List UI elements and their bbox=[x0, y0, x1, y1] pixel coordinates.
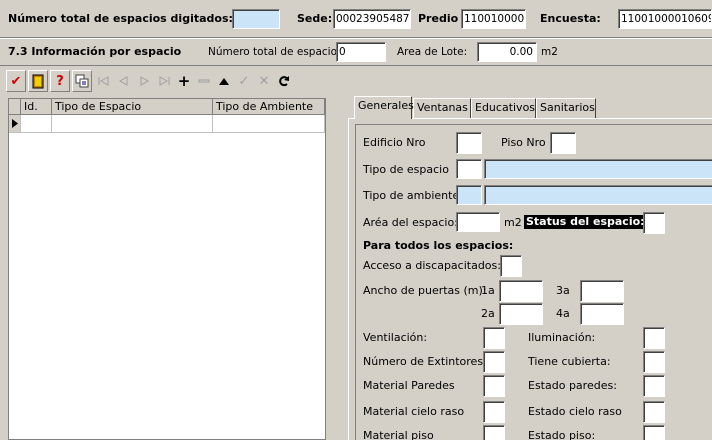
material-piso-label: Material piso bbox=[363, 429, 434, 440]
iluminacion-input[interactable] bbox=[643, 327, 665, 349]
status-espacio-label: Status del espacio: bbox=[524, 215, 647, 229]
extintores-label: Número de Extintores bbox=[363, 355, 484, 368]
estado-piso-label: Estado piso: bbox=[528, 429, 596, 440]
section-title: 7.3 Información por espacio bbox=[8, 45, 182, 58]
door-1a-input[interactable] bbox=[499, 280, 543, 302]
estado-paredes-label: Estado paredes: bbox=[528, 379, 617, 392]
post-icon[interactable]: ✓ bbox=[234, 70, 254, 92]
ancho-puertas-label: Ancho de puertas (m): bbox=[363, 284, 487, 297]
tipo-ambiente-code-input[interactable] bbox=[456, 185, 482, 205]
encuesta-label: Encuesta: bbox=[540, 12, 601, 25]
tab-educativos[interactable]: Educativos bbox=[471, 98, 536, 118]
tipo-ambiente-desc-field[interactable] bbox=[484, 185, 712, 205]
prior-record-icon[interactable] bbox=[114, 70, 134, 92]
para-todos-heading: Para todos los espacios: bbox=[363, 239, 514, 252]
iluminacion-label: Iluminación: bbox=[528, 331, 596, 344]
edificio-input[interactable] bbox=[456, 132, 482, 154]
cancel-icon[interactable]: ✕ bbox=[254, 70, 274, 92]
grid-header-id[interactable]: Id. bbox=[21, 99, 52, 115]
door-2a-label: 2a bbox=[481, 307, 495, 320]
help-icon[interactable]: ? bbox=[50, 70, 70, 92]
grid-header-tipo-ambiente[interactable]: Tipo de Ambiente bbox=[213, 99, 325, 115]
edificio-label: Edificio Nro bbox=[363, 136, 426, 149]
area-espacio-unit: m2 bbox=[504, 216, 522, 229]
exit-door-icon[interactable] bbox=[28, 70, 48, 92]
extintores-input[interactable] bbox=[483, 351, 505, 373]
cubierta-input[interactable] bbox=[643, 351, 665, 373]
acceso-discapacitados-input[interactable] bbox=[500, 255, 522, 277]
door-3a-input[interactable] bbox=[580, 280, 624, 302]
door-2a-input[interactable] bbox=[499, 303, 543, 325]
refresh-icon[interactable] bbox=[274, 70, 294, 92]
generales-form: Edificio Nro Piso Nro Tipo de espacio Ti… bbox=[355, 124, 712, 440]
grid-indicator-header bbox=[9, 99, 21, 115]
acceso-discapacitados-label: Acceso a discapacitados: bbox=[363, 259, 501, 272]
tab-strip: Generales Ventanas Educativos Sanitarios bbox=[348, 96, 712, 119]
tipo-espacio-desc-field[interactable] bbox=[484, 159, 712, 179]
tab-generales[interactable]: Generales bbox=[354, 96, 414, 119]
material-cielo-input[interactable] bbox=[483, 401, 505, 423]
first-record-icon[interactable] bbox=[94, 70, 114, 92]
grid-header-tipo-espacio[interactable]: Tipo de Espacio bbox=[52, 99, 213, 115]
material-cielo-label: Material cielo raso bbox=[363, 405, 465, 418]
estado-cielo-label: Estado cielo raso bbox=[528, 405, 622, 418]
tipo-ambiente-label: Tipo de ambiente bbox=[363, 189, 460, 202]
door-1a-label: 1a bbox=[481, 284, 495, 297]
section-bar: 7.3 Información por espacio Número total… bbox=[0, 38, 712, 66]
piso-input[interactable] bbox=[550, 132, 576, 154]
status-espacio-input[interactable] bbox=[643, 212, 665, 234]
table-row-cell-id[interactable] bbox=[21, 115, 52, 133]
delete-icon[interactable] bbox=[194, 70, 214, 92]
material-paredes-label: Material Paredes bbox=[363, 379, 455, 392]
toolbar: ✔ ? + ✓ ✕ bbox=[4, 68, 712, 94]
edit-icon[interactable] bbox=[214, 70, 234, 92]
area-espacio-label: Aréa del espacio: bbox=[363, 216, 458, 229]
area-espacio-input[interactable] bbox=[456, 212, 500, 232]
row-indicator-icon bbox=[9, 115, 21, 133]
estado-cielo-input[interactable] bbox=[643, 401, 665, 423]
header-bar: Número total de espacios digitados: Sede… bbox=[0, 0, 712, 38]
table-row-cell-tipo-espacio[interactable] bbox=[52, 115, 213, 133]
total-espacios-label: Número total de espacios: bbox=[208, 46, 347, 58]
material-piso-input[interactable] bbox=[483, 425, 505, 440]
last-record-icon[interactable] bbox=[154, 70, 174, 92]
tipo-espacio-label: Tipo de espacio bbox=[363, 163, 449, 176]
sede-field[interactable]: 000239054879 bbox=[333, 9, 411, 29]
tab-sanitarios[interactable]: Sanitarios bbox=[536, 98, 596, 118]
estado-piso-input[interactable] bbox=[643, 425, 665, 440]
generales-panel: Edificio Nro Piso Nro Tipo de espacio Ti… bbox=[348, 118, 712, 440]
ventilacion-label: Ventilación: bbox=[363, 331, 428, 344]
total-espacios-field[interactable]: 0 bbox=[336, 42, 386, 62]
next-record-icon[interactable] bbox=[134, 70, 154, 92]
area-lote-unit: m2 bbox=[541, 46, 558, 58]
predio-field[interactable]: 1100100001 bbox=[461, 9, 526, 29]
estado-paredes-input[interactable] bbox=[643, 375, 665, 397]
insert-icon[interactable]: + bbox=[174, 70, 194, 92]
ventilacion-input[interactable] bbox=[483, 327, 505, 349]
espacios-grid[interactable]: Id. Tipo de Espacio Tipo de Ambiente bbox=[8, 98, 326, 440]
checkmark-icon[interactable]: ✔ bbox=[6, 70, 26, 92]
predio-label: Predio bbox=[418, 12, 459, 25]
material-paredes-input[interactable] bbox=[483, 375, 505, 397]
table-row-cell-tipo-ambiente[interactable] bbox=[213, 115, 325, 133]
total-digitados-label: Número total de espacios digitados: bbox=[8, 12, 233, 25]
sede-label: Sede: bbox=[297, 12, 333, 25]
total-digitados-field[interactable] bbox=[232, 9, 280, 29]
tab-ventanas[interactable]: Ventanas bbox=[413, 98, 471, 118]
area-lote-field[interactable]: 0.00 bbox=[477, 42, 537, 62]
door-4a-input[interactable] bbox=[580, 303, 624, 325]
door-3a-label: 3a bbox=[556, 284, 570, 297]
area-lote-label: Area de Lote: bbox=[397, 46, 468, 58]
encuesta-field[interactable]: 11001000010609 bbox=[618, 9, 712, 29]
door-4a-label: 4a bbox=[556, 307, 570, 320]
cubierta-label: Tiene cubierta: bbox=[528, 355, 611, 368]
copy-icon[interactable] bbox=[72, 70, 92, 92]
tipo-espacio-code-input[interactable] bbox=[456, 159, 482, 179]
piso-label: Piso Nro bbox=[501, 136, 546, 149]
